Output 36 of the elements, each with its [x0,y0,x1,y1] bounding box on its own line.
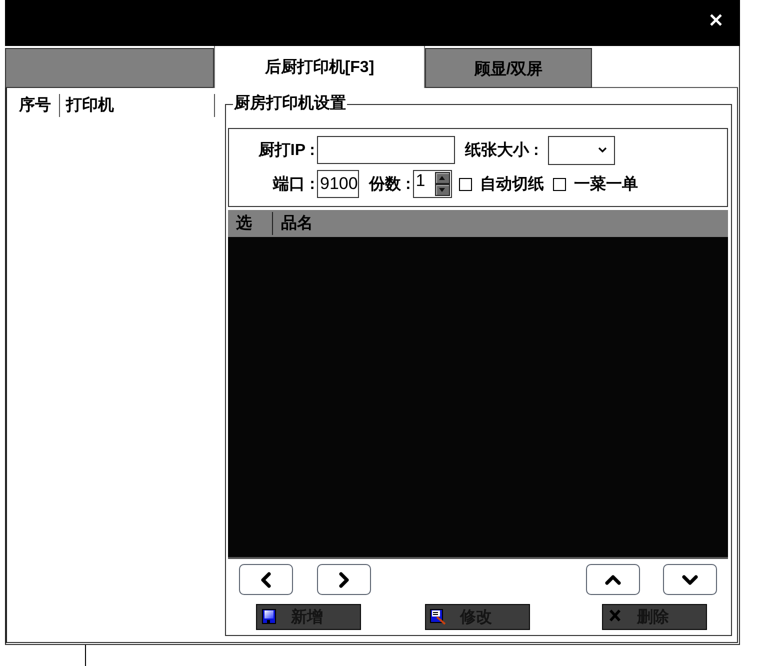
scroll-up-button[interactable] [586,564,640,595]
scroll-down-button[interactable] [663,564,717,595]
chevron-up-icon [605,574,621,584]
checkbox[interactable] [458,178,472,190]
checkbox-label: 一菜一单 [574,174,638,194]
text-field[interactable] [317,136,455,164]
column-header: 选 [228,212,273,235]
tab[interactable]: 后厨打印机[F3] [214,46,425,88]
group-title: 厨房打印机设置 [233,94,347,114]
cross-icon [609,609,621,622]
chevron-right-icon [339,572,349,588]
field-label: 端口 : [272,174,315,194]
tab[interactable] [5,48,214,88]
spin-down-button[interactable] [434,184,450,196]
text-field[interactable]: 9100 [317,170,359,198]
column-header: 序号 [7,94,60,117]
dropdown[interactable] [548,136,615,164]
chevron-down-icon [598,147,607,153]
close-icon[interactable] [710,14,722,26]
column-header: 打印机 [60,94,215,117]
field-label: 纸张大小 : [465,140,539,160]
checkbox-label: 自动切纸 [480,174,544,194]
number-spinner[interactable]: 1 [412,170,452,198]
triangle-down-icon [439,188,446,192]
column-header: 品名 [280,214,313,234]
floppy-pen-icon [430,609,446,625]
tab[interactable]: 顾显/双屏 [425,48,592,88]
previous-button[interactable] [239,564,293,595]
field-label: 厨打IP : [257,140,315,160]
field-label: 份数 : [369,174,411,194]
chevron-down-icon [682,574,698,584]
checkbox[interactable] [552,178,566,190]
chevron-left-icon [261,572,271,588]
next-button[interactable] [317,564,371,595]
triangle-up-icon [439,176,446,180]
spin-up-button[interactable] [434,172,450,184]
